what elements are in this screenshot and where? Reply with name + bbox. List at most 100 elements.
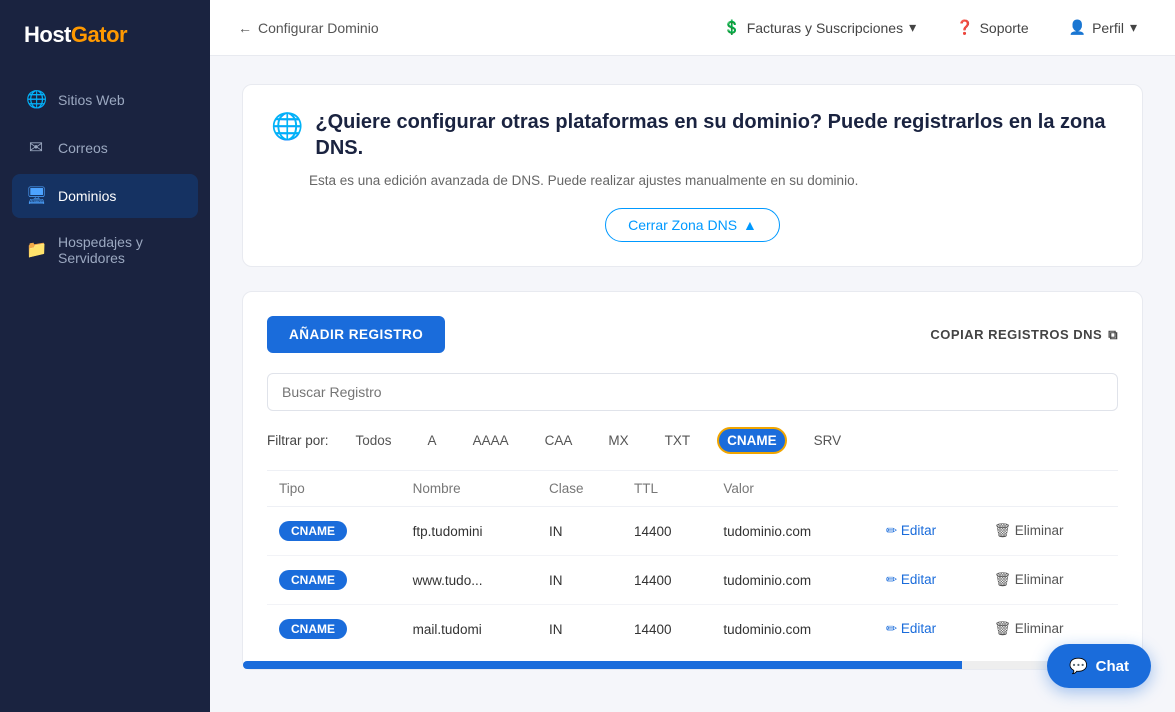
cell-ttl: 14400 [622,507,711,556]
cell-nombre: ftp.tudomini [401,507,537,556]
cell-edit: ✏ Editar [874,507,982,556]
dns-table-section: AÑADIR REGISTRO COPIAR REGISTROS DNS ⧉ F… [242,291,1143,670]
cname-badge: CNAME [279,570,347,590]
col-ttl: TTL [622,471,711,507]
chat-button[interactable]: 💬 Chat [1047,644,1151,688]
cname-badge: CNAME [279,521,347,541]
cell-delete: 🗑 Eliminar [982,556,1118,605]
cell-valor: tudominio.com [711,605,873,654]
topnav: ← Configurar Dominio 💲 Facturas y Suscri… [210,0,1175,56]
user-icon: 👤 [1069,19,1086,36]
perfil-chevron-icon: ▾ [1130,19,1137,36]
sidebar-item-dominios-label: Dominios [58,188,116,204]
hospedajes-icon: 📁 [26,240,46,260]
table-scroll-bar[interactable] [243,661,1142,669]
filter-a[interactable]: A [419,428,446,453]
cell-ttl: 14400 [622,556,711,605]
soporte-label: Soporte [980,20,1029,36]
globe-icon: 🌐 [271,111,303,142]
facturas-chevron-icon: ▾ [909,19,916,36]
page-title: Configurar Dominio [258,20,379,36]
dns-banner-heading: ¿Quiere configurar otras plataformas en … [315,109,1114,161]
facturas-label: Facturas y Suscripciones [747,20,903,36]
back-arrow-icon: ← [238,20,252,36]
edit-button[interactable]: ✏ Editar [886,621,936,637]
chat-label: Chat [1096,658,1129,675]
content-area: 🌐 ¿Quiere configurar otras plataformas e… [210,56,1175,712]
correos-icon: ✉ [26,138,46,158]
cell-edit: ✏ Editar [874,556,982,605]
copy-records-button[interactable]: COPIAR REGISTROS DNS ⧉ [930,327,1118,343]
cell-clase: IN [537,556,622,605]
cell-tipo: CNAME [267,507,401,556]
chevron-up-icon: ▲ [743,217,757,233]
filter-aaaa[interactable]: AAAA [464,428,518,453]
sidebar-item-correos-label: Correos [58,140,108,156]
sidebar: HostGator 🌐 Sitios Web ✉ Correos 🖥 Domin… [0,0,210,712]
delete-button[interactable]: 🗑 Eliminar [994,621,1064,637]
cell-valor: tudominio.com [711,556,873,605]
table-row: CNAME mail.tudomi IN 14400 tudominio.com… [267,605,1118,654]
cell-ttl: 14400 [622,605,711,654]
col-actions2 [982,471,1118,507]
sidebar-item-sitios-web[interactable]: 🌐 Sitios Web [12,78,198,122]
sitios-web-icon: 🌐 [26,90,46,110]
filter-srv[interactable]: SRV [805,428,851,453]
cell-clase: IN [537,507,622,556]
table-row: CNAME www.tudo... IN 14400 tudominio.com… [267,556,1118,605]
dns-banner: 🌐 ¿Quiere configurar otras plataformas e… [242,84,1143,267]
dominios-icon: 🖥 [26,186,46,206]
edit-button[interactable]: ✏ Editar [886,572,936,588]
dns-banner-title: 🌐 ¿Quiere configurar otras plataformas e… [271,109,1114,161]
back-button[interactable]: ← Configurar Dominio [238,20,379,36]
sidebar-item-hospedajes-label: Hospedajes y Servidores [58,234,184,266]
filter-caa[interactable]: CAA [536,428,582,453]
dns-records-table: Tipo Nombre Clase TTL Valor CNAME ftp.tu… [267,470,1118,653]
filter-mx[interactable]: MX [599,428,637,453]
question-icon: ❓ [956,19,973,36]
cell-clase: IN [537,605,622,654]
search-input[interactable] [267,373,1118,411]
cell-tipo: CNAME [267,605,401,654]
col-nombre: Nombre [401,471,537,507]
sidebar-item-hospedajes[interactable]: 📁 Hospedajes y Servidores [12,222,198,278]
sidebar-item-dominios[interactable]: 🖥 Dominios [12,174,198,218]
cname-badge: CNAME [279,619,347,639]
filter-label: Filtrar por: [267,433,329,448]
cell-nombre: www.tudo... [401,556,537,605]
sidebar-item-correos[interactable]: ✉ Correos [12,126,198,170]
delete-button[interactable]: 🗑 Eliminar [994,572,1064,588]
dns-table-header: AÑADIR REGISTRO COPIAR REGISTROS DNS ⧉ [267,316,1118,353]
cell-edit: ✏ Editar [874,605,982,654]
cell-tipo: CNAME [267,556,401,605]
copy-records-label: COPIAR REGISTROS DNS [930,327,1102,342]
filter-bar: Filtrar por: Todos A AAAA CAA MX TXT CNA… [267,427,1118,454]
logo: HostGator [0,0,210,70]
cell-delete: 🗑 Eliminar [982,507,1118,556]
col-valor: Valor [711,471,873,507]
table-row: CNAME ftp.tudomini IN 14400 tudominio.co… [267,507,1118,556]
facturas-nav[interactable]: 💲 Facturas y Suscripciones ▾ [713,13,926,42]
col-tipo: Tipo [267,471,401,507]
edit-button[interactable]: ✏ Editar [886,523,936,539]
col-clase: Clase [537,471,622,507]
chat-icon: 💬 [1069,657,1088,675]
col-actions1 [874,471,982,507]
close-dns-button[interactable]: Cerrar Zona DNS ▲ [605,208,780,242]
sidebar-nav: 🌐 Sitios Web ✉ Correos 🖥 Dominios 📁 Hosp… [0,70,210,286]
filter-cname[interactable]: CNAME [717,427,787,454]
main-content: ← Configurar Dominio 💲 Facturas y Suscri… [210,0,1175,712]
perfil-label: Perfil [1092,20,1124,36]
cell-nombre: mail.tudomi [401,605,537,654]
dollar-icon: 💲 [723,19,740,36]
add-record-button[interactable]: AÑADIR REGISTRO [267,316,445,353]
soporte-nav[interactable]: ❓ Soporte [946,13,1038,42]
filter-txt[interactable]: TXT [656,428,700,453]
close-dns-label: Cerrar Zona DNS [628,217,737,233]
perfil-nav[interactable]: 👤 Perfil ▾ [1059,13,1147,42]
cell-valor: tudominio.com [711,507,873,556]
delete-button[interactable]: 🗑 Eliminar [994,523,1064,539]
filter-todos[interactable]: Todos [347,428,401,453]
copy-icon: ⧉ [1108,327,1118,343]
sidebar-item-sitios-web-label: Sitios Web [58,92,125,108]
